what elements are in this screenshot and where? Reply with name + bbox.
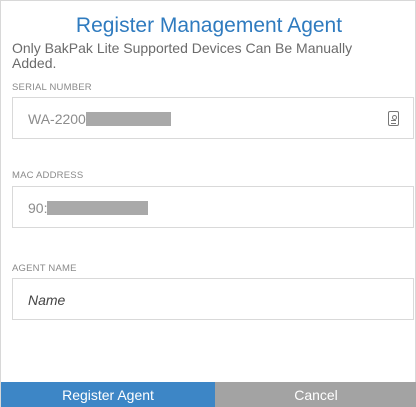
id-card-icon[interactable] — [388, 111, 399, 126]
mac-address-label: MAC ADDRESS — [12, 170, 84, 181]
agent-name-field[interactable]: Name — [12, 278, 414, 320]
agent-name-label: AGENT NAME — [12, 263, 77, 274]
redacted-block — [85, 112, 171, 126]
redacted-block — [47, 201, 149, 215]
mac-address-value: 90: — [28, 200, 149, 216]
register-agent-button[interactable]: Register Agent — [1, 382, 215, 407]
dialog-subtitle: Only BakPak Lite Supported Devices Can B… — [12, 40, 353, 71]
register-agent-dialog: Register Management Agent Only BakPak Li… — [0, 0, 416, 407]
serial-number-text: WA-2200 — [28, 111, 86, 127]
cancel-button[interactable]: Cancel — [215, 382, 416, 407]
serial-number-label: SERIAL NUMBER — [12, 82, 92, 93]
dialog-title: Register Management Agent — [75, 14, 343, 37]
mac-address-text: 90: — [28, 200, 48, 216]
mac-address-field[interactable]: 90: — [12, 186, 414, 228]
serial-number-value: WA-2200 — [28, 111, 171, 127]
serial-number-field[interactable]: WA-2200 — [12, 97, 414, 139]
agent-name-placeholder: Name — [28, 292, 66, 308]
